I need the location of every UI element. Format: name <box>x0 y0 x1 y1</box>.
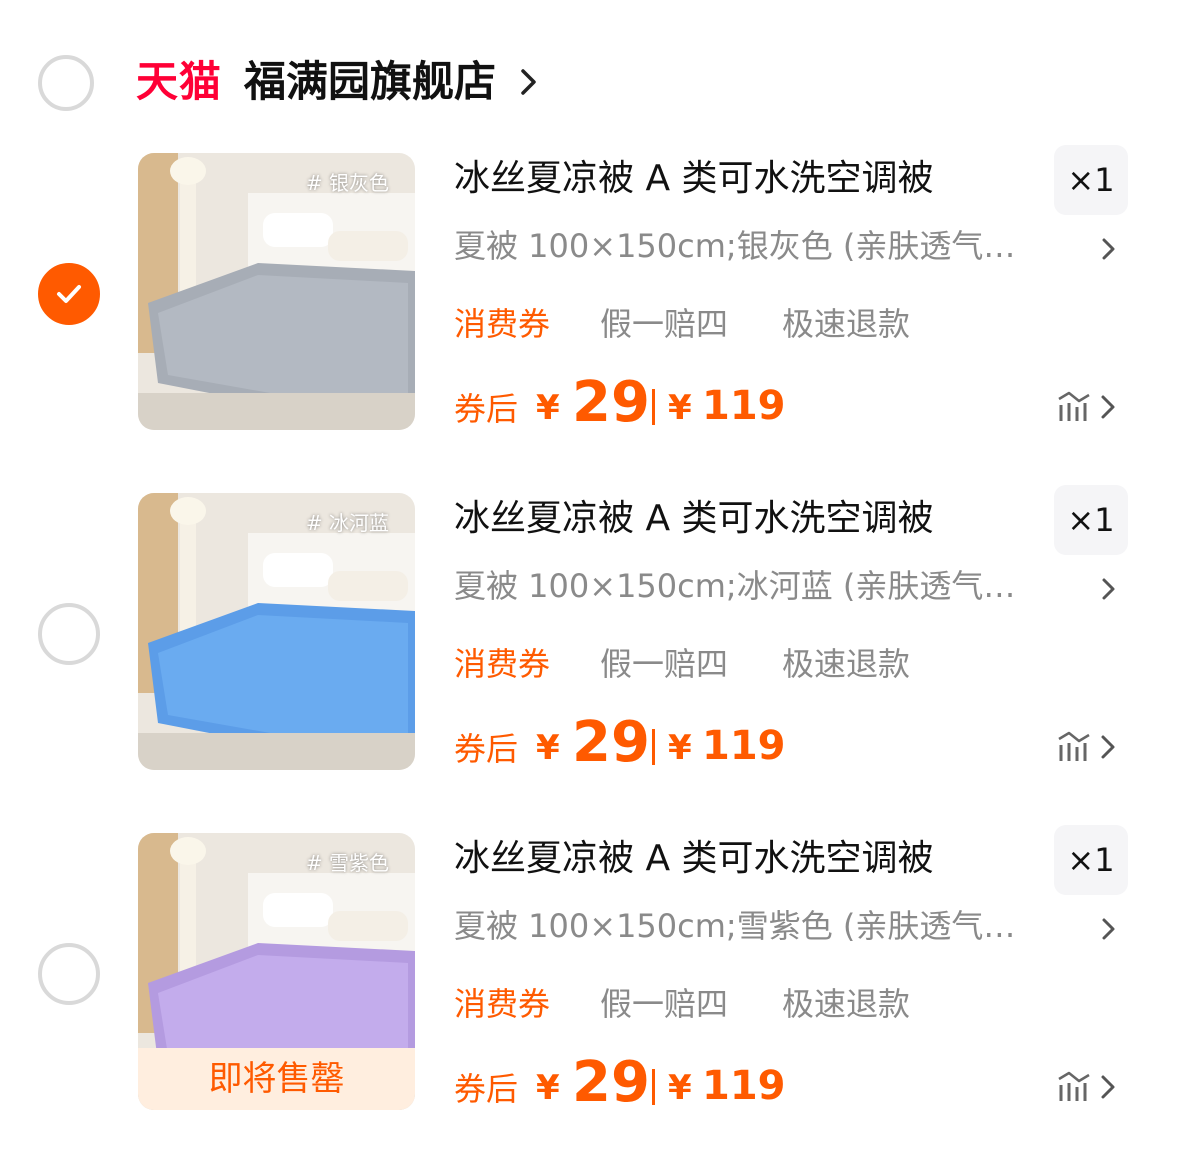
quantity-button[interactable]: ×1 <box>1054 825 1128 895</box>
after-coupon-label: 券后 <box>454 390 519 428</box>
cart-item: # 雪紫色 即将售罄 冰丝夏凉被 A 类可水洗空调被 ×1 夏被 100×150… <box>0 825 1179 1173</box>
coupon-tag: 消费券 <box>454 645 551 683</box>
chevron-right-icon[interactable] <box>1100 575 1118 603</box>
chevron-right-icon[interactable] <box>518 64 540 100</box>
currency-symbol: ¥ <box>668 728 692 768</box>
price-divider <box>652 729 655 765</box>
store-select-radio[interactable] <box>38 55 94 111</box>
quantity-button[interactable]: ×1 <box>1054 145 1128 215</box>
price-row: 券后 ¥ 29 ¥ 119 <box>454 370 786 437</box>
currency-symbol: ¥ <box>668 388 692 428</box>
after-coupon-label: 券后 <box>454 1070 519 1108</box>
cart-item: # 冰河蓝 冰丝夏凉被 A 类可水洗空调被 ×1 夏被 100×150cm;冰河… <box>0 485 1179 833</box>
quantity-button[interactable]: ×1 <box>1054 485 1128 555</box>
guarantee-tag: 假一赔四 <box>600 305 729 343</box>
guarantee-tag: 假一赔四 <box>600 985 729 1023</box>
store-header: 天猫 福满园旗舰店 <box>0 28 1179 138</box>
currency-symbol: ¥ <box>536 1068 560 1108</box>
cart-item: # 银灰色 冰丝夏凉被 A 类可水洗空调被 ×1 夏被 100×150cm;银灰… <box>0 145 1179 493</box>
product-title[interactable]: 冰丝夏凉被 A 类可水洗空调被 <box>454 837 934 881</box>
refund-tag: 极速退款 <box>782 645 911 683</box>
sku-selector[interactable]: 夏被 100×150cm;雪紫色 (亲肤透气… <box>454 905 1054 947</box>
product-image[interactable]: # 银灰色 <box>138 153 415 430</box>
sku-selector[interactable]: 夏被 100×150cm;银灰色 (亲肤透气… <box>454 225 1054 267</box>
product-image[interactable]: # 雪紫色 即将售罄 <box>138 833 415 1110</box>
image-color-tag: # 冰河蓝 <box>305 511 389 535</box>
price-trend-icon[interactable] <box>1055 1069 1119 1105</box>
item-select-radio[interactable] <box>38 603 100 665</box>
price-trend-icon[interactable] <box>1055 389 1119 425</box>
refund-tag: 极速退款 <box>782 305 911 343</box>
sku-selector[interactable]: 夏被 100×150cm;冰河蓝 (亲肤透气… <box>454 565 1054 607</box>
price-divider <box>652 389 655 425</box>
after-coupon-label: 券后 <box>454 730 519 768</box>
coupon-price: 29 <box>572 710 650 775</box>
original-price: 119 <box>702 1063 786 1109</box>
chevron-right-icon[interactable] <box>1100 915 1118 943</box>
price-divider <box>652 1069 655 1105</box>
sold-out-soon-banner: 即将售罄 <box>138 1048 415 1110</box>
guarantee-tag: 假一赔四 <box>600 645 729 683</box>
price-row: 券后 ¥ 29 ¥ 119 <box>454 710 786 777</box>
product-title[interactable]: 冰丝夏凉被 A 类可水洗空调被 <box>454 497 934 541</box>
item-select-radio[interactable] <box>38 943 100 1005</box>
item-select-radio[interactable] <box>38 263 100 325</box>
price-row: 券后 ¥ 29 ¥ 119 <box>454 1050 786 1117</box>
coupon-price: 29 <box>572 370 650 435</box>
coupon-tag: 消费券 <box>454 305 551 343</box>
currency-symbol: ¥ <box>536 728 560 768</box>
currency-symbol: ¥ <box>536 388 560 428</box>
chevron-right-icon[interactable] <box>1100 235 1118 263</box>
price-trend-icon[interactable] <box>1055 729 1119 765</box>
coupon-tag: 消费券 <box>454 985 551 1023</box>
coupon-price: 29 <box>572 1050 650 1115</box>
currency-symbol: ¥ <box>668 1068 692 1108</box>
checkmark-icon <box>57 285 81 303</box>
original-price: 119 <box>702 383 786 429</box>
product-title[interactable]: 冰丝夏凉被 A 类可水洗空调被 <box>454 157 934 201</box>
image-color-tag: # 银灰色 <box>305 171 389 195</box>
store-name-link[interactable]: 福满园旗舰店 <box>244 58 496 106</box>
image-color-tag: # 雪紫色 <box>305 851 389 875</box>
original-price: 119 <box>702 723 786 769</box>
refund-tag: 极速退款 <box>782 985 911 1023</box>
tmall-logo: 天猫 <box>136 57 223 106</box>
product-image[interactable]: # 冰河蓝 <box>138 493 415 770</box>
